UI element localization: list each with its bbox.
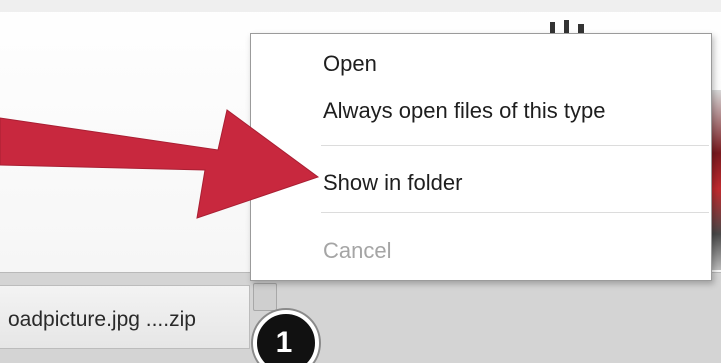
top-strip [0,0,721,12]
screenshot-stage: oadpicture.jpg ....zip Open Always open … [0,0,721,363]
menu-separator [321,212,709,213]
download-dropdown-button[interactable] [253,283,277,311]
download-shelf: oadpicture.jpg ....zip [0,272,721,363]
menu-separator [321,145,709,146]
download-item[interactable]: oadpicture.jpg ....zip [0,285,250,349]
download-context-menu: Open Always open files of this type Show… [250,33,712,281]
menu-item-show-in-folder[interactable]: Show in folder [323,170,462,196]
download-file-name: oadpicture.jpg ....zip [8,308,196,331]
menu-item-open[interactable]: Open [323,51,377,77]
menu-item-cancel: Cancel [323,238,392,263]
menu-item-always-open[interactable]: Always open files of this type [323,98,605,124]
